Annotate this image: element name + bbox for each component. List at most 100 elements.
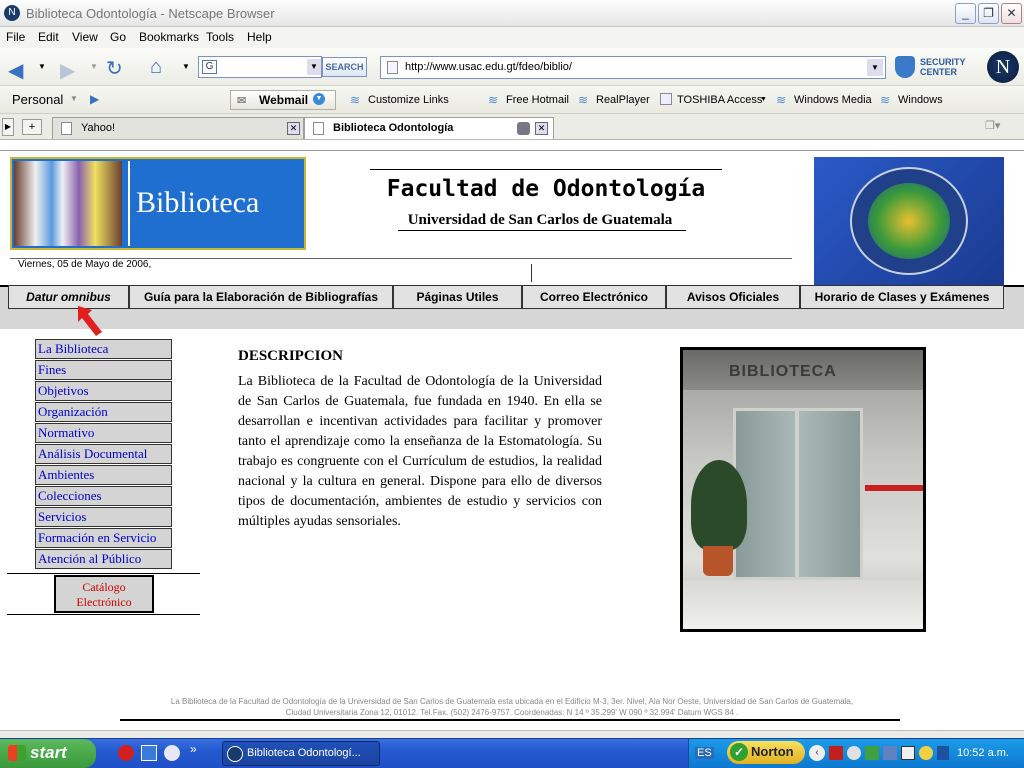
language-indicator[interactable]: ES xyxy=(695,747,714,759)
norton-label: Norton xyxy=(751,744,794,759)
bookmark-free-hotmail[interactable]: Free Hotmail xyxy=(506,94,569,106)
sidebar-item-formacion-servicio[interactable]: Formación en Servicio xyxy=(35,528,172,548)
photo-sign: BIBLIOTECA xyxy=(729,363,837,380)
tab-scroll-icon[interactable]: ▶ xyxy=(2,118,14,136)
envelope-icon: ✉ xyxy=(237,95,247,107)
sidebar-item-colecciones[interactable]: Colecciones xyxy=(35,486,172,506)
sidebar-rule-bottom xyxy=(7,614,200,615)
start-button[interactable]: start xyxy=(0,739,96,768)
nav-datur-omnibus[interactable]: Datur omnibus xyxy=(8,285,129,309)
forward-dropdown-icon[interactable]: ▼ xyxy=(90,62,98,71)
arrow-pointer-icon xyxy=(76,304,104,338)
shield-icon[interactable] xyxy=(895,56,915,78)
search-engine-icon: G xyxy=(202,60,217,74)
bookmark-windows[interactable]: Windows xyxy=(898,94,943,106)
title-bar: N Biblioteca Odontología - Netscape Brow… xyxy=(0,0,1024,27)
tab-biblioteca[interactable]: Biblioteca Odontología ✕ xyxy=(304,117,554,139)
tab-yahoo[interactable]: Yahoo! ✕ xyxy=(52,117,304,139)
title-rule xyxy=(370,169,722,170)
checkmark-icon: ✓ xyxy=(730,743,748,761)
tray-icon-6[interactable] xyxy=(919,746,933,760)
photo-wall-red xyxy=(865,485,923,491)
reload-icon[interactable]: ↻ xyxy=(106,56,123,81)
forward-icon[interactable]: ▶ xyxy=(60,58,75,83)
clock[interactable]: 10:52 a.m. xyxy=(957,747,1009,759)
url-dropdown-icon[interactable]: ▼ xyxy=(867,59,883,76)
webmail-button[interactable]: ✉ Webmail ▼ xyxy=(230,90,336,110)
nav-guia-bibliografias[interactable]: Guía para la Elaboración de Bibliografía… xyxy=(129,285,393,309)
task-label: Biblioteca Odontologí... xyxy=(247,747,361,759)
link-icon: ≋ xyxy=(880,93,891,107)
personal-menu[interactable]: Personal xyxy=(12,92,63,107)
search-dropdown-icon[interactable]: ▼ xyxy=(307,59,321,75)
security-center-label[interactable]: SECURITY CENTER xyxy=(920,57,966,77)
netscape-task-icon xyxy=(227,746,243,762)
footer-address-1: La Biblioteca de la Facultad de Odontolo… xyxy=(170,697,854,706)
webmail-dropdown-icon[interactable]: ▼ xyxy=(313,93,325,105)
page-title: Facultad de Odontología xyxy=(386,176,706,202)
quicklaunch-opera-icon[interactable] xyxy=(118,745,134,761)
home-icon[interactable]: ⌂ xyxy=(150,56,162,79)
subtitle-rule xyxy=(398,230,686,231)
sidebar-item-servicios[interactable]: Servicios xyxy=(35,507,172,527)
tab-close-icon[interactable]: ✕ xyxy=(287,122,300,135)
photo-pot xyxy=(703,546,733,576)
nav-correo-electronico[interactable]: Correo Electrónico xyxy=(522,285,666,309)
quicklaunch-app-icon[interactable] xyxy=(141,745,157,761)
netscape-throbber-icon[interactable]: N xyxy=(987,51,1019,83)
tray-icon-7[interactable] xyxy=(937,746,949,760)
menu-go[interactable]: Go xyxy=(110,30,126,44)
tray-collapse-icon[interactable]: ‹ xyxy=(809,745,825,761)
bookmark-toshiba-access[interactable]: TOSHIBA Access xyxy=(677,94,762,106)
back-icon[interactable]: ◀ xyxy=(8,58,23,83)
taskbar-task-biblioteca[interactable]: Biblioteca Odontologí... xyxy=(222,741,380,766)
menu-help[interactable]: Help xyxy=(247,30,272,44)
catalogo-electronico-button[interactable]: Catálogo Electrónico xyxy=(54,575,154,613)
home-dropdown-icon[interactable]: ▼ xyxy=(182,62,190,71)
toshiba-dropdown-icon[interactable]: ▼ xyxy=(760,96,767,103)
sidebar-item-normativo[interactable]: Normativo xyxy=(35,423,172,443)
search-input[interactable]: G ▼ xyxy=(198,56,322,78)
nav-avisos-oficiales[interactable]: Avisos Oficiales xyxy=(666,285,800,309)
bookmark-windows-media[interactable]: Windows Media xyxy=(794,94,872,106)
new-tab-button[interactable]: + xyxy=(22,119,42,135)
quicklaunch-more-icon[interactable]: » xyxy=(190,742,197,756)
sidebar-toggle-icon[interactable]: ▶ xyxy=(90,92,99,106)
minimize-button[interactable]: _ xyxy=(955,3,976,24)
menu-bookmarks[interactable]: Bookmarks xyxy=(139,30,199,44)
tab-close-icon[interactable]: ✕ xyxy=(535,122,548,135)
nav-paginas-utiles[interactable]: Páginas Utiles xyxy=(393,285,522,309)
address-bar[interactable]: http://www.usac.edu.gt/fdeo/biblio/ ▼ xyxy=(380,56,886,79)
tab-list-icon[interactable]: ❐▾ xyxy=(985,119,1015,135)
back-dropdown-icon[interactable]: ▼ xyxy=(38,62,46,71)
bookmark-customize-links[interactable]: Customize Links xyxy=(368,94,449,106)
sidebar-item-atencion-publico[interactable]: Atención al Público xyxy=(35,549,172,569)
netscape-logo-icon: N xyxy=(4,5,20,21)
nav-horario-clases[interactable]: Horario de Clases y Exámenes xyxy=(800,285,1004,309)
tray-icon-5[interactable] xyxy=(901,746,915,760)
menu-edit[interactable]: Edit xyxy=(38,30,59,44)
menu-tools[interactable]: Tools xyxy=(206,30,234,44)
tray-icon-1[interactable] xyxy=(829,746,843,760)
bookmark-realplayer[interactable]: RealPlayer xyxy=(596,94,650,106)
norton-button[interactable]: ✓ Norton xyxy=(727,741,805,764)
sidebar-item-organizacion[interactable]: Organización xyxy=(35,402,172,422)
menu-view[interactable]: View xyxy=(72,30,98,44)
tray-icon-2[interactable] xyxy=(847,746,861,760)
sidebar-item-analisis-documental[interactable]: Análisis Documental xyxy=(35,444,172,464)
sidebar-item-fines[interactable]: Fines xyxy=(35,360,172,380)
sidebar-item-ambientes[interactable]: Ambientes xyxy=(35,465,172,485)
sidebar-item-la-biblioteca[interactable]: La Biblioteca xyxy=(35,339,172,359)
tray-icon-4[interactable] xyxy=(883,746,897,760)
close-button[interactable]: ✕ xyxy=(1001,3,1022,24)
system-tray: ES ✓ Norton ‹ 10:52 a.m. xyxy=(688,739,1024,768)
menu-bar: File Edit View Go Bookmarks Tools Help xyxy=(0,27,1024,48)
maximize-button[interactable]: ❐ xyxy=(978,3,999,24)
menu-file[interactable]: File xyxy=(6,30,25,44)
quicklaunch-browser-icon[interactable] xyxy=(164,745,180,761)
tray-icon-3[interactable] xyxy=(865,746,879,760)
search-button[interactable]: SEARCH xyxy=(322,57,367,77)
personal-dropdown-icon[interactable]: ▼ xyxy=(70,94,78,103)
sidebar-rule xyxy=(7,573,200,574)
sidebar-item-objetivos[interactable]: Objetivos xyxy=(35,381,172,401)
